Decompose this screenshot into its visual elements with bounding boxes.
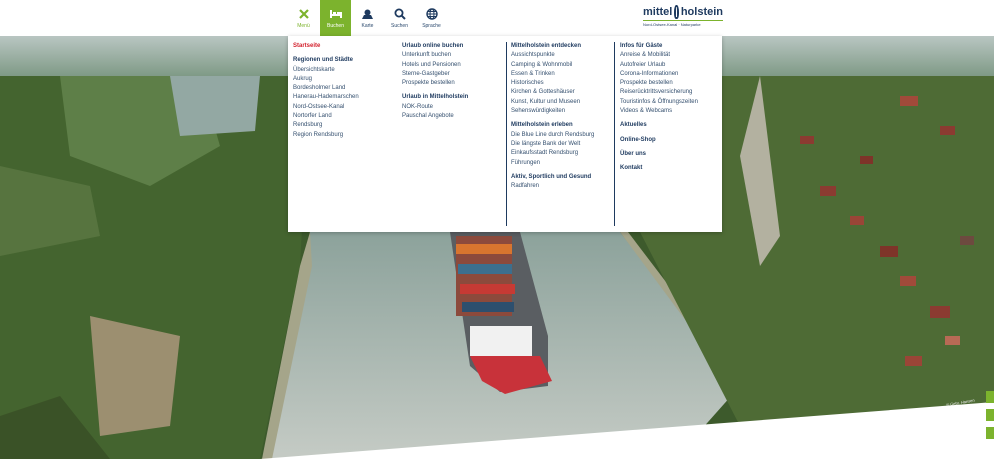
menu-link-start[interactable]: Startseite — [293, 42, 393, 51]
book-button[interactable]: Buchen — [320, 0, 351, 36]
menu-item[interactable]: Aussichtspunkte — [511, 51, 611, 60]
menu-heading-vacation[interactable]: Urlaub in Mittelholstein — [402, 93, 502, 102]
language-label: Sprache — [422, 23, 441, 29]
map-button[interactable]: Karte — [352, 0, 383, 36]
menu-column-guest-info: Infos für Gäste Anreise & Mobilität Auto… — [620, 42, 720, 174]
menu-item[interactable]: Kunst, Kultur und Museen — [511, 98, 611, 107]
menu-item[interactable]: Die längste Bank der Welt — [511, 140, 611, 149]
menu-item[interactable]: Übersichtskarte — [293, 66, 393, 75]
menu-item[interactable]: Anreise & Mobilität — [620, 51, 720, 60]
side-social-button[interactable] — [986, 409, 994, 421]
menu-item[interactable]: Prospekte bestellen — [620, 79, 720, 88]
language-button[interactable]: Sprache — [416, 0, 447, 36]
menu-item[interactable]: Corona-Informationen — [620, 70, 720, 79]
menu-item[interactable]: Videos & Webcams — [620, 107, 720, 116]
map-label: Karte — [361, 23, 374, 29]
menu-item[interactable]: Kirchen & Gotteshäuser — [511, 88, 611, 97]
search-icon — [394, 7, 406, 21]
logo-tagline: Nord-Ostsee-Kanal · Naturparke — [643, 20, 723, 27]
menu-item[interactable]: Essen & Trinken — [511, 70, 611, 79]
menu-column-regions: Startseite Regionen und Städte Übersicht… — [293, 42, 393, 140]
menu-item[interactable]: Nortorfer Land — [293, 112, 393, 121]
menu-item[interactable]: Touristinfos & Öffnungszeiten — [620, 98, 720, 107]
map-icon — [361, 7, 374, 21]
menu-item[interactable]: Hanerau-Hademarschen — [293, 93, 393, 102]
bed-icon — [329, 7, 343, 21]
menu-link-shop[interactable]: Online-Shop — [620, 136, 720, 145]
side-social-button[interactable] — [986, 427, 994, 439]
menu-item[interactable]: Pauschal Angebote — [402, 112, 502, 121]
menu-item[interactable]: Sehenswürdigkeiten — [511, 107, 611, 116]
globe-icon — [425, 7, 438, 21]
menu-heading-regions[interactable]: Regionen und Städte — [293, 56, 393, 65]
menu-item[interactable]: Bordesholmer Land — [293, 84, 393, 93]
menu-item[interactable]: Prospekte bestellen — [402, 79, 502, 88]
menu-label: Menü — [297, 23, 310, 29]
menu-heading-guest-info[interactable]: Infos für Gäste — [620, 42, 720, 51]
menu-link-contact[interactable]: Kontakt — [620, 164, 720, 173]
menu-item[interactable]: Autofreier Urlaub — [620, 61, 720, 70]
mega-menu: Startseite Regionen und Städte Übersicht… — [288, 36, 722, 232]
menu-item[interactable]: NOK-Route — [402, 103, 502, 112]
menu-item[interactable]: Einkaufsstadt Rendsburg — [511, 149, 611, 158]
menu-item[interactable]: Radfahren — [511, 182, 611, 191]
menu-column-discover: Mittelholstein entdecken Aussichtspunkte… — [511, 42, 611, 191]
menu-divider — [506, 42, 507, 226]
menu-item[interactable]: Nord-Ostsee-Kanal — [293, 103, 393, 112]
main-nav: Menü Buchen Karte Suchen Sprache — [288, 0, 448, 36]
menu-heading-active[interactable]: Aktiv, Sportlich und Gesund — [511, 173, 611, 182]
menu-item[interactable]: Die Blue Line durch Rendsburg — [511, 131, 611, 140]
site-logo[interactable]: mittel holstein Nord-Ostsee-Kanal · Natu… — [643, 5, 723, 31]
logo-word-mittel: mittel — [643, 6, 673, 18]
menu-button[interactable]: Menü — [288, 0, 319, 36]
menu-item[interactable]: Camping & Wohnmobil — [511, 61, 611, 70]
menu-heading-online-booking[interactable]: Urlaub online buchen — [402, 42, 502, 51]
menu-item[interactable]: Reiserücktrittsversicherung — [620, 88, 720, 97]
menu-item[interactable]: Führungen — [511, 159, 611, 168]
menu-item[interactable]: Unterkunft buchen — [402, 51, 502, 60]
close-icon — [298, 7, 309, 21]
search-button[interactable]: Suchen — [384, 0, 415, 36]
menu-item[interactable]: Hotels und Pensionen — [402, 61, 502, 70]
menu-link-news[interactable]: Aktuelles — [620, 121, 720, 130]
menu-divider — [614, 42, 615, 226]
menu-item[interactable]: Historisches — [511, 79, 611, 88]
menu-link-about[interactable]: Über uns — [620, 150, 720, 159]
side-social-button[interactable] — [986, 391, 994, 403]
menu-heading-experience[interactable]: Mittelholstein erleben — [511, 121, 611, 130]
top-bar: Menü Buchen Karte Suchen Sprache mittel … — [0, 0, 994, 36]
book-label: Buchen — [327, 23, 344, 29]
menu-item[interactable]: Region Rendsburg — [293, 131, 393, 140]
logo-wave-icon — [674, 5, 679, 19]
menu-heading-discover[interactable]: Mittelholstein entdecken — [511, 42, 611, 51]
logo-word-holstein: holstein — [680, 6, 723, 18]
search-label: Suchen — [391, 23, 408, 29]
menu-column-booking: Urlaub online buchen Unterkunft buchen H… — [402, 42, 502, 121]
menu-item[interactable]: Rendsburg — [293, 121, 393, 130]
menu-item[interactable]: Sterne-Gastgeber — [402, 70, 502, 79]
menu-item[interactable]: Aukrug — [293, 75, 393, 84]
